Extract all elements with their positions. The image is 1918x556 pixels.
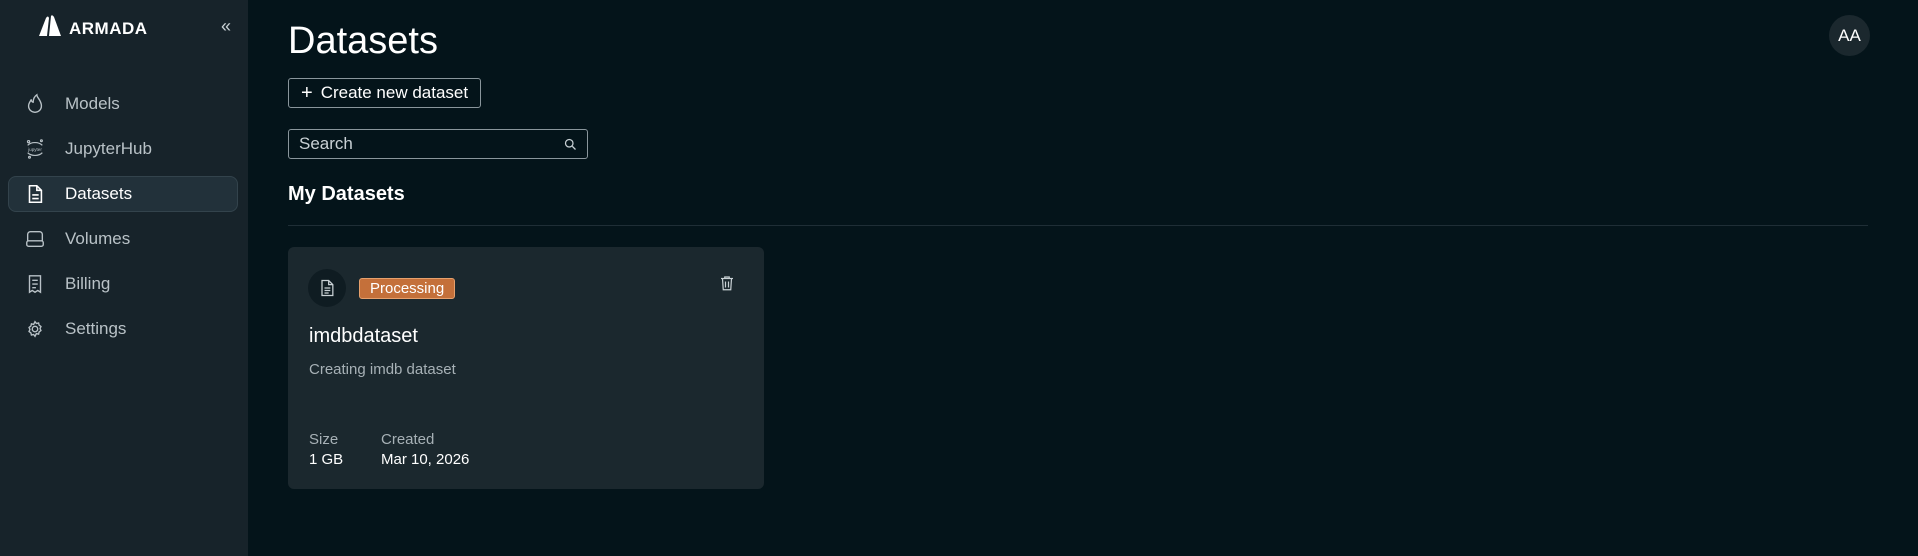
search-box [288,129,588,159]
sidebar-item-label: Settings [65,319,127,338]
flame-icon [23,92,47,116]
gear-icon [23,317,47,341]
file-icon [308,269,346,307]
brand-logo[interactable]: ARMADA [37,15,148,42]
avatar[interactable]: AA [1829,15,1870,56]
created-value: Mar 10, 2026 [381,451,470,468]
brand-name: ARMADA [69,18,148,38]
svg-text:jupyter: jupyter [27,147,42,152]
page-title: Datasets [288,20,438,62]
status-badge: Processing [359,278,456,299]
collapse-sidebar-icon[interactable]: « [216,16,236,36]
created-label: Created [381,431,435,448]
sidebar-item-models[interactable]: Models [8,86,238,122]
file-icon [23,182,47,206]
sidebar-item-label: Datasets [65,184,133,203]
plus-icon: + [301,82,313,104]
search-input[interactable] [289,130,553,158]
sidebar-item-label: Models [65,94,120,113]
dataset-description: Creating imdb dataset [309,361,456,378]
sidebar-item-volumes[interactable]: Volumes [8,221,238,257]
create-dataset-button[interactable]: + Create new dataset [288,78,482,108]
search-icon[interactable] [553,137,587,152]
sidebar-item-label: JupyterHub [65,139,152,158]
main-content: Datasets + Create new dataset My Dataset… [288,0,1918,556]
section-title: My Datasets [288,183,405,205]
sidebar-nav: Models jupyter JupyterHub Datasets Volum… [8,86,238,356]
sidebar-item-label: Volumes [65,229,131,248]
dataset-card[interactable]: Processing imdbdataset Creating imdb dat… [288,247,764,489]
size-value: 1 GB [309,451,344,468]
section-divider [288,225,1868,226]
armada-logo-icon [37,15,63,42]
drive-icon [23,227,47,251]
dataset-name: imdbdataset [309,325,418,347]
sidebar-item-settings[interactable]: Settings [8,311,238,347]
sidebar-item-label: Billing [65,274,111,293]
sidebar: ARMADA « Models jupyter JupyterHub Datas… [0,0,248,556]
jupyter-icon: jupyter [23,137,47,161]
trash-icon[interactable] [715,271,739,295]
size-label: Size [309,431,339,448]
receipt-icon [23,272,47,296]
create-dataset-label: Create new dataset [320,83,469,102]
sidebar-item-jupyterhub[interactable]: jupyter JupyterHub [8,131,238,167]
sidebar-item-billing[interactable]: Billing [8,266,238,302]
sidebar-item-datasets[interactable]: Datasets [8,176,238,212]
